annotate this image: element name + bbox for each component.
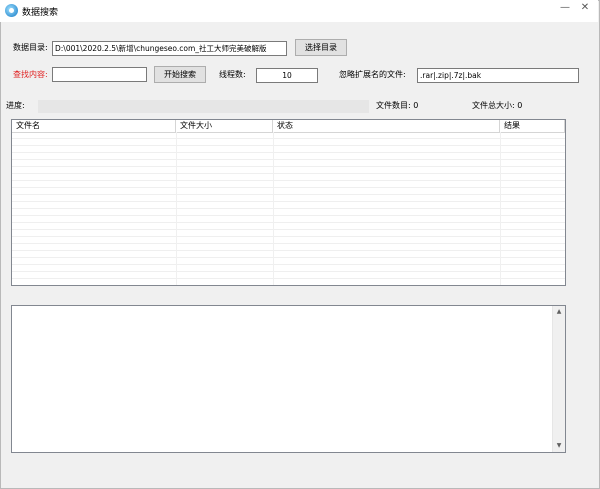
table-row-empty bbox=[12, 202, 565, 209]
table-row-empty bbox=[12, 181, 565, 188]
close-icon[interactable]: ✕ bbox=[576, 2, 594, 13]
column-header-result[interactable]: 结果 bbox=[500, 120, 565, 132]
app-icon bbox=[5, 4, 18, 17]
table-row-empty bbox=[12, 160, 565, 167]
column-divider bbox=[176, 132, 177, 285]
minimize-icon[interactable]: — bbox=[556, 2, 574, 13]
column-header-status[interactable]: 状态 bbox=[273, 120, 500, 132]
table-row-empty bbox=[12, 279, 565, 285]
scroll-down-icon[interactable]: ▼ bbox=[553, 441, 565, 451]
data-dir-label: 数据目录: bbox=[13, 43, 48, 52]
table-row-empty bbox=[12, 188, 565, 195]
table-row-empty bbox=[12, 230, 565, 237]
column-divider bbox=[273, 132, 274, 285]
results-table[interactable]: 文件名 文件大小 状态 结果 bbox=[11, 119, 566, 286]
table-row-empty bbox=[12, 237, 565, 244]
table-row-empty bbox=[12, 195, 565, 202]
table-row-empty bbox=[12, 272, 565, 279]
progress-bar bbox=[38, 100, 369, 113]
start-search-button[interactable]: 开始搜索 bbox=[154, 66, 206, 83]
file-count-label: 文件数目: 0 bbox=[376, 101, 419, 110]
column-header-filename[interactable]: 文件名 bbox=[12, 120, 176, 132]
threads-input[interactable]: 10 bbox=[256, 68, 318, 83]
log-textarea[interactable]: ▲ ▼ bbox=[11, 305, 566, 453]
search-content-label: 查找内容: bbox=[13, 70, 48, 79]
ignore-ext-label: 忽略扩展名的文件: bbox=[339, 70, 406, 79]
table-row-empty bbox=[12, 153, 565, 160]
table-row-empty bbox=[12, 167, 565, 174]
threads-label: 线程数: bbox=[219, 70, 246, 79]
log-scrollbar[interactable]: ▲ ▼ bbox=[552, 306, 565, 452]
window-title: 数据搜索 bbox=[22, 8, 59, 18]
table-row-empty bbox=[12, 251, 565, 258]
progress-label: 进度: bbox=[6, 101, 25, 110]
select-dir-button[interactable]: 选择目录 bbox=[295, 39, 347, 56]
data-dir-input[interactable]: D:\001\2020.2.5\新增\chungeseo.com_社工大师完美破… bbox=[52, 41, 287, 56]
scroll-up-icon[interactable]: ▲ bbox=[553, 307, 565, 317]
table-row-empty bbox=[12, 139, 565, 146]
table-row-empty bbox=[12, 216, 565, 223]
table-row-empty bbox=[12, 258, 565, 265]
table-row-empty bbox=[12, 146, 565, 153]
table-row-empty bbox=[12, 244, 565, 251]
title-bar: 数据搜索 — ✕ bbox=[0, 0, 598, 22]
table-row-empty bbox=[12, 209, 565, 216]
file-total-size-label: 文件总大小: 0 bbox=[472, 101, 523, 110]
table-row-empty bbox=[12, 265, 565, 272]
table-row-empty bbox=[12, 174, 565, 181]
ignore-ext-input[interactable]: .rar|.zip|.7z|.bak bbox=[417, 68, 579, 83]
column-header-filesize[interactable]: 文件大小 bbox=[176, 120, 273, 132]
table-row-empty bbox=[12, 223, 565, 230]
table-row-empty bbox=[12, 132, 565, 139]
column-divider bbox=[500, 132, 501, 285]
search-content-input[interactable] bbox=[52, 67, 147, 82]
